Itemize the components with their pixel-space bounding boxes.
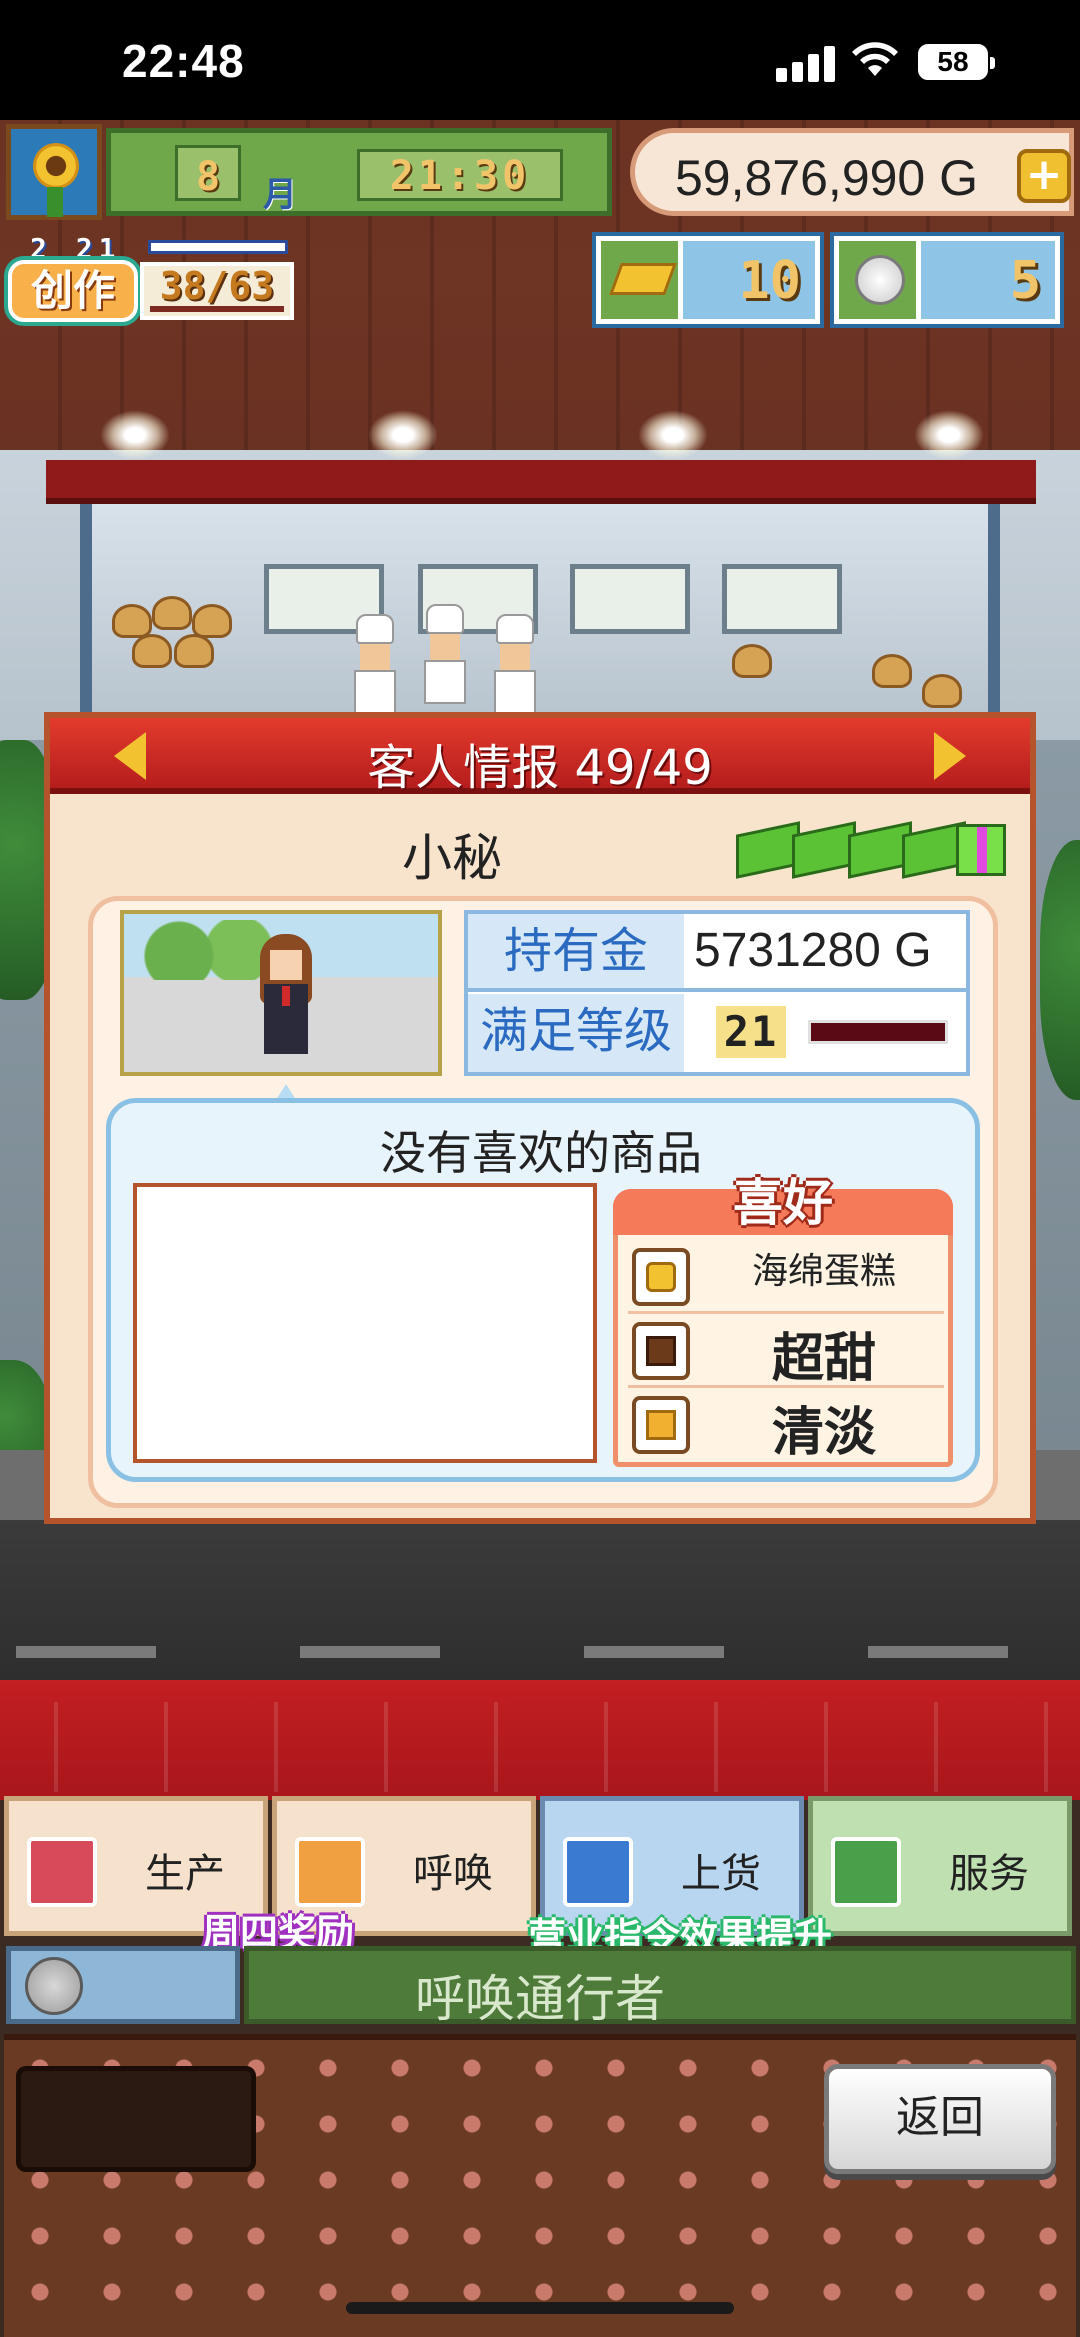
next-arrow-icon[interactable] (934, 732, 966, 780)
preference-label: 海绵蛋糕 (751, 1251, 896, 1292)
coin-count: 5 (1009, 251, 1041, 311)
status-bar: 22:48 58 (0, 0, 1080, 120)
create-progress-bar (148, 240, 288, 254)
lamp-icon (368, 410, 438, 460)
service-button[interactable]: 服务 (808, 1796, 1072, 1936)
command-text: 呼唤通行者 (415, 1970, 665, 2028)
gold-bar-counter[interactable]: 10 (596, 236, 820, 324)
battery-level: 58 (937, 46, 969, 77)
game-clock: 21:30 (357, 149, 563, 201)
preferences-panel: 喜好 海绵蛋糕 超甜 清淡 (613, 1174, 953, 1467)
gold-bar-count: 10 (738, 251, 801, 311)
info-row-satisfaction: 满足等级 21 (468, 994, 966, 1072)
battery-icon: 58 (918, 44, 995, 80)
chef-character (422, 604, 468, 704)
lamp-icon (100, 410, 170, 460)
stock-label: 上货 (681, 1851, 761, 1897)
bread-icon (192, 604, 232, 638)
info-key-money: 持有金 (468, 914, 684, 988)
info-value-money: 5731280 G (694, 924, 932, 977)
carpet-pattern (0, 1702, 1080, 1792)
oven (722, 564, 842, 634)
favorites-bubble: 没有喜欢的商品 喜好 海绵蛋糕 超甜 清淡 (106, 1098, 980, 1482)
customer-info-dialog: 客人情报 49/49 小秘 持有金 5731280 G 满足等级 21 没有喜欢… (44, 712, 1036, 1524)
preference-item: 超甜 (628, 1316, 944, 1389)
satisfaction-level: 21 (716, 1006, 786, 1058)
satisfaction-bar (808, 1020, 948, 1044)
wifi-icon (852, 42, 898, 76)
signal-icon (776, 42, 836, 82)
road-marking (584, 1646, 724, 1658)
date-bar: 8 月 21:30 (106, 128, 612, 216)
shop-awning (46, 460, 1036, 504)
home-indicator[interactable] (346, 2302, 734, 2314)
month-box: 8 (175, 145, 241, 201)
road-marking (16, 1646, 156, 1658)
bread-icon (132, 634, 172, 668)
status-time: 22:48 (122, 35, 245, 87)
coin-icon (839, 241, 921, 319)
bread-icon (872, 654, 912, 688)
call-label: 呼唤 (413, 1851, 493, 1897)
sponge-cake-icon (632, 1248, 690, 1306)
create-label: 创作 (8, 260, 138, 322)
oven (570, 564, 690, 634)
create-count: 38/63 (140, 262, 294, 320)
preference-item: 海绵蛋糕 (628, 1242, 944, 1314)
preference-label: 超甜 (771, 1329, 876, 1389)
bread-icon (174, 634, 214, 668)
preferences-title: 喜好 (733, 1174, 833, 1232)
dialog-title: 客人情报 49/49 (367, 740, 713, 796)
money-value: 59,876,990 G (675, 150, 979, 206)
customer-name: 小秘 (402, 829, 502, 887)
lamp-icon (638, 410, 708, 460)
coin-counter[interactable]: 5 (834, 236, 1060, 324)
month-number: 8 (195, 154, 221, 200)
lamp-icon (914, 410, 984, 460)
bread-icon (112, 604, 152, 638)
service-label: 服务 (949, 1851, 1029, 1897)
bread-icon (922, 674, 962, 708)
road-marking (300, 1646, 440, 1658)
chocolate-icon (632, 1322, 690, 1380)
favorite-items-box (133, 1183, 597, 1463)
create-badge[interactable]: 2 21 创作 38/63 (8, 232, 294, 328)
gift-icon (956, 824, 1006, 876)
cube-icon (632, 1396, 690, 1454)
month-label: 月 (263, 175, 297, 215)
produce-icon (27, 1837, 97, 1907)
gold-bar-icon (601, 241, 683, 319)
empty-slot (16, 2066, 256, 2172)
chef-character (492, 614, 538, 714)
tree (1040, 840, 1080, 1100)
preference-label: 清淡 (771, 1403, 876, 1463)
bread-icon (732, 644, 772, 678)
sunflower-portrait-icon[interactable] (6, 124, 102, 220)
info-key-satisfaction: 满足等级 (468, 994, 684, 1072)
customer-portrait (120, 910, 442, 1076)
call-icon (295, 1837, 365, 1907)
customer-info-table: 持有金 5731280 G 满足等级 21 (464, 910, 970, 1076)
money-display: 59,876,990 G + (630, 128, 1074, 216)
preference-item: 清淡 (628, 1390, 944, 1463)
add-money-button[interactable]: + (1017, 149, 1071, 203)
bread-icon (152, 596, 192, 630)
road-marking (868, 1646, 1008, 1658)
stock-icon (563, 1837, 633, 1907)
service-icon (831, 1837, 901, 1907)
coin-icon (25, 1957, 83, 2015)
chef-character (352, 614, 398, 714)
preferences-header: 喜好 (613, 1174, 953, 1235)
command-bar[interactable]: 呼唤通行者 (244, 1946, 1076, 2028)
info-row-money: 持有金 5731280 G (468, 914, 966, 992)
money-stack-icon (736, 818, 1006, 888)
back-button[interactable]: 返回 (824, 2064, 1056, 2174)
dialog-header: 客人情报 49/49 (50, 718, 1030, 796)
produce-label: 生产 (145, 1851, 225, 1897)
